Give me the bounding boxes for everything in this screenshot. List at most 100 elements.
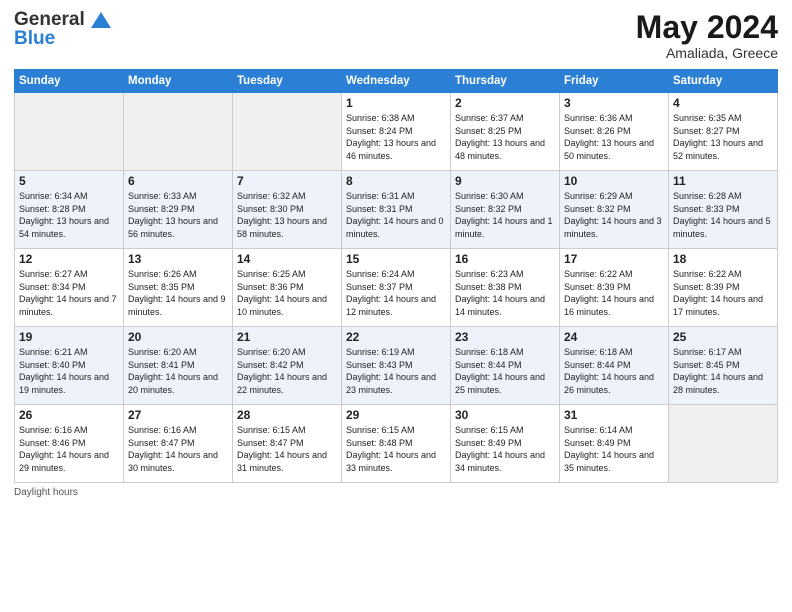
cell-details: Sunrise: 6:27 AM Sunset: 8:34 PM Dayligh…	[19, 268, 119, 318]
cell-details: Sunrise: 6:24 AM Sunset: 8:37 PM Dayligh…	[346, 268, 446, 318]
header-row: SundayMondayTuesdayWednesdayThursdayFrid…	[15, 70, 778, 93]
day-number: 1	[346, 96, 446, 110]
footer: Daylight hours	[14, 487, 778, 498]
day-number: 25	[673, 330, 773, 344]
calendar-row: 1 Sunrise: 6:38 AM Sunset: 8:24 PM Daylig…	[15, 93, 778, 171]
cell-details: Sunrise: 6:18 AM Sunset: 8:44 PM Dayligh…	[564, 346, 664, 396]
calendar-page: General Blue May 2024 Amaliada, Greece S…	[0, 0, 792, 612]
cell-details: Sunrise: 6:17 AM Sunset: 8:45 PM Dayligh…	[673, 346, 773, 396]
calendar-cell: 12 Sunrise: 6:27 AM Sunset: 8:34 PM Dayli…	[15, 249, 124, 327]
cell-details: Sunrise: 6:23 AM Sunset: 8:38 PM Dayligh…	[455, 268, 555, 318]
cell-details: Sunrise: 6:15 AM Sunset: 8:49 PM Dayligh…	[455, 424, 555, 474]
day-number: 16	[455, 252, 555, 266]
calendar-cell: 4 Sunrise: 6:35 AM Sunset: 8:27 PM Daylig…	[669, 93, 778, 171]
day-number: 7	[237, 174, 337, 188]
cell-details: Sunrise: 6:34 AM Sunset: 8:28 PM Dayligh…	[19, 190, 119, 240]
calendar-cell	[15, 93, 124, 171]
calendar-cell: 22 Sunrise: 6:19 AM Sunset: 8:43 PM Dayli…	[342, 327, 451, 405]
calendar-cell: 19 Sunrise: 6:21 AM Sunset: 8:40 PM Dayli…	[15, 327, 124, 405]
cell-details: Sunrise: 6:20 AM Sunset: 8:41 PM Dayligh…	[128, 346, 228, 396]
cell-details: Sunrise: 6:18 AM Sunset: 8:44 PM Dayligh…	[455, 346, 555, 396]
calendar-row: 19 Sunrise: 6:21 AM Sunset: 8:40 PM Dayli…	[15, 327, 778, 405]
logo-general: General	[14, 9, 85, 30]
cell-details: Sunrise: 6:33 AM Sunset: 8:29 PM Dayligh…	[128, 190, 228, 240]
day-number: 14	[237, 252, 337, 266]
cell-details: Sunrise: 6:35 AM Sunset: 8:27 PM Dayligh…	[673, 112, 773, 162]
calendar-cell: 8 Sunrise: 6:31 AM Sunset: 8:31 PM Daylig…	[342, 171, 451, 249]
logo: General Blue	[14, 10, 111, 48]
logo-icon	[91, 12, 111, 28]
cell-details: Sunrise: 6:22 AM Sunset: 8:39 PM Dayligh…	[673, 268, 773, 318]
day-number: 22	[346, 330, 446, 344]
day-number: 8	[346, 174, 446, 188]
calendar-cell: 2 Sunrise: 6:37 AM Sunset: 8:25 PM Daylig…	[451, 93, 560, 171]
calendar-cell: 16 Sunrise: 6:23 AM Sunset: 8:38 PM Dayli…	[451, 249, 560, 327]
calendar-cell: 1 Sunrise: 6:38 AM Sunset: 8:24 PM Daylig…	[342, 93, 451, 171]
calendar-cell: 29Sunrise: 6:15 AM Sunset: 8:48 PM Dayli…	[342, 405, 451, 483]
day-number: 18	[673, 252, 773, 266]
cell-details: Sunrise: 6:14 AM Sunset: 8:49 PM Dayligh…	[564, 424, 664, 474]
cell-details: Sunrise: 6:31 AM Sunset: 8:31 PM Dayligh…	[346, 190, 446, 240]
calendar-cell: 27Sunrise: 6:16 AM Sunset: 8:47 PM Dayli…	[124, 405, 233, 483]
title-block: May 2024 Amaliada, Greece	[636, 10, 778, 61]
day-number: 4	[673, 96, 773, 110]
cell-details: Sunrise: 6:36 AM Sunset: 8:26 PM Dayligh…	[564, 112, 664, 162]
calendar-cell: 25 Sunrise: 6:17 AM Sunset: 8:45 PM Dayli…	[669, 327, 778, 405]
calendar-cell: 14 Sunrise: 6:25 AM Sunset: 8:36 PM Dayli…	[233, 249, 342, 327]
calendar-row: 5 Sunrise: 6:34 AM Sunset: 8:28 PM Daylig…	[15, 171, 778, 249]
cell-details: Sunrise: 6:20 AM Sunset: 8:42 PM Dayligh…	[237, 346, 337, 396]
calendar-cell: 10Sunrise: 6:29 AM Sunset: 8:32 PM Dayli…	[560, 171, 669, 249]
day-header-saturday: Saturday	[669, 70, 778, 93]
calendar-cell: 13Sunrise: 6:26 AM Sunset: 8:35 PM Dayli…	[124, 249, 233, 327]
day-number: 3	[564, 96, 664, 110]
day-number: 5	[19, 174, 119, 188]
calendar-cell: 11Sunrise: 6:28 AM Sunset: 8:33 PM Dayli…	[669, 171, 778, 249]
day-number: 28	[237, 408, 337, 422]
day-number: 12	[19, 252, 119, 266]
cell-details: Sunrise: 6:32 AM Sunset: 8:30 PM Dayligh…	[237, 190, 337, 240]
day-number: 30	[455, 408, 555, 422]
day-number: 6	[128, 174, 228, 188]
calendar-cell: 31Sunrise: 6:14 AM Sunset: 8:49 PM Dayli…	[560, 405, 669, 483]
day-header-tuesday: Tuesday	[233, 70, 342, 93]
day-number: 27	[128, 408, 228, 422]
day-number: 23	[455, 330, 555, 344]
calendar-row: 12 Sunrise: 6:27 AM Sunset: 8:34 PM Dayli…	[15, 249, 778, 327]
cell-details: Sunrise: 6:21 AM Sunset: 8:40 PM Dayligh…	[19, 346, 119, 396]
calendar-table: SundayMondayTuesdayWednesdayThursdayFrid…	[14, 69, 778, 483]
calendar-cell: 3 Sunrise: 6:36 AM Sunset: 8:26 PM Daylig…	[560, 93, 669, 171]
day-number: 20	[128, 330, 228, 344]
calendar-cell: 23 Sunrise: 6:18 AM Sunset: 8:44 PM Dayli…	[451, 327, 560, 405]
calendar-cell	[124, 93, 233, 171]
day-number: 2	[455, 96, 555, 110]
day-number: 9	[455, 174, 555, 188]
day-header-thursday: Thursday	[451, 70, 560, 93]
cell-details: Sunrise: 6:16 AM Sunset: 8:46 PM Dayligh…	[19, 424, 119, 474]
cell-details: Sunrise: 6:38 AM Sunset: 8:24 PM Dayligh…	[346, 112, 446, 162]
calendar-cell: 26Sunrise: 6:16 AM Sunset: 8:46 PM Dayli…	[15, 405, 124, 483]
cell-details: Sunrise: 6:22 AM Sunset: 8:39 PM Dayligh…	[564, 268, 664, 318]
day-number: 29	[346, 408, 446, 422]
calendar-cell	[669, 405, 778, 483]
day-header-wednesday: Wednesday	[342, 70, 451, 93]
cell-details: Sunrise: 6:37 AM Sunset: 8:25 PM Dayligh…	[455, 112, 555, 162]
day-number: 13	[128, 252, 228, 266]
calendar-cell: 9Sunrise: 6:30 AM Sunset: 8:32 PM Daylig…	[451, 171, 560, 249]
day-number: 24	[564, 330, 664, 344]
day-number: 19	[19, 330, 119, 344]
calendar-cell: 18 Sunrise: 6:22 AM Sunset: 8:39 PM Dayli…	[669, 249, 778, 327]
calendar-cell: 7 Sunrise: 6:32 AM Sunset: 8:30 PM Daylig…	[233, 171, 342, 249]
calendar-cell: 20 Sunrise: 6:20 AM Sunset: 8:41 PM Dayli…	[124, 327, 233, 405]
day-number: 17	[564, 252, 664, 266]
logo-blue: Blue	[14, 29, 55, 48]
calendar-cell: 5 Sunrise: 6:34 AM Sunset: 8:28 PM Daylig…	[15, 171, 124, 249]
cell-details: Sunrise: 6:19 AM Sunset: 8:43 PM Dayligh…	[346, 346, 446, 396]
day-number: 21	[237, 330, 337, 344]
calendar-cell: 6 Sunrise: 6:33 AM Sunset: 8:29 PM Daylig…	[124, 171, 233, 249]
day-number: 11	[673, 174, 773, 188]
cell-details: Sunrise: 6:25 AM Sunset: 8:36 PM Dayligh…	[237, 268, 337, 318]
day-header-friday: Friday	[560, 70, 669, 93]
calendar-cell: 17 Sunrise: 6:22 AM Sunset: 8:39 PM Dayli…	[560, 249, 669, 327]
calendar-row: 26Sunrise: 6:16 AM Sunset: 8:46 PM Dayli…	[15, 405, 778, 483]
calendar-cell: 28Sunrise: 6:15 AM Sunset: 8:47 PM Dayli…	[233, 405, 342, 483]
